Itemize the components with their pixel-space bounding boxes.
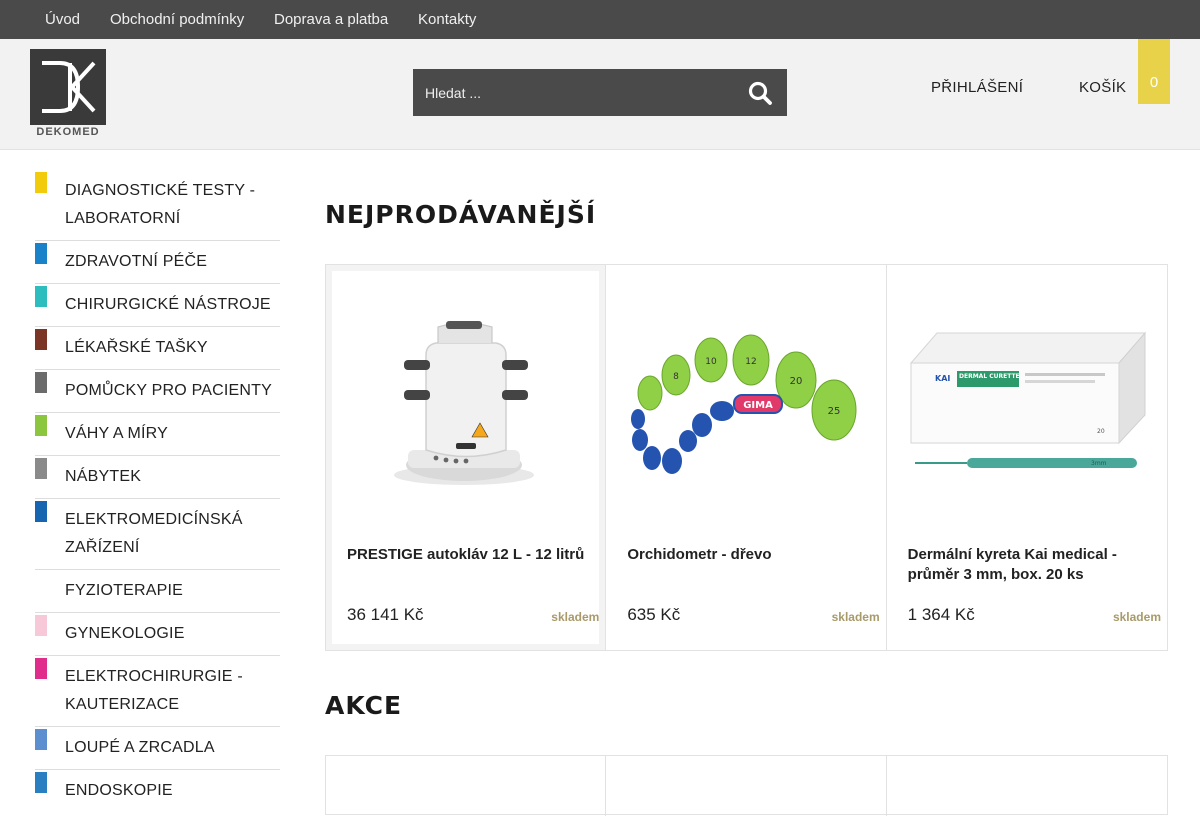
category-color-swatch — [35, 329, 47, 350]
product-card[interactable] — [887, 756, 1167, 816]
search-bar — [413, 69, 787, 116]
category-item[interactable]: CHIRURGICKÉ NÁSTROJE — [35, 284, 280, 327]
category-color-swatch — [35, 172, 47, 193]
orchidometer-image[interactable]: 8 10 12 20 25 GIMA — [626, 315, 866, 495]
stock-status: skladem — [551, 610, 600, 624]
gima-label: GIMA — [744, 400, 774, 411]
search-icon[interactable] — [747, 80, 773, 106]
category-color-swatch — [35, 658, 47, 679]
section-title-bestsellers: NEJPRODÁVANĚJŠÍ — [325, 200, 597, 229]
product-grid-sale — [325, 755, 1168, 816]
category-item[interactable]: FYZIOTERAPIE — [35, 570, 280, 613]
category-item[interactable]: LÉKAŘSKÉ TAŠKY — [35, 327, 280, 370]
stock-status: skladem — [1112, 610, 1161, 624]
category-color-swatch — [35, 372, 47, 393]
category-item[interactable]: ZDRAVOTNÍ PÉČE — [35, 241, 280, 284]
logo-text: DEKOMED — [36, 126, 100, 138]
logo[interactable]: DEKOMED — [30, 49, 106, 138]
category-item[interactable]: NÁBYTEK — [35, 456, 280, 499]
box-title: DERMAL CURETTE — [959, 373, 1020, 380]
cart-count-badge[interactable]: 0 — [1138, 39, 1170, 104]
box-brand: KAI — [935, 374, 950, 383]
product-price: 1 364 Kč — [907, 605, 975, 624]
bead-label: 20 — [790, 376, 803, 387]
category-color-swatch — [35, 243, 47, 264]
product-card[interactable]: DERMAL CURETTE KAI 20 3mm Dermální kyret… — [887, 265, 1167, 650]
product-card[interactable] — [326, 756, 607, 816]
category-item[interactable]: DIAGNOSTICKÉ TESTY - LABORATORNÍ — [35, 170, 280, 241]
product-name[interactable]: PRESTIGE autokláv 12 L - 12 litrů — [347, 545, 587, 565]
bead-label: 8 — [673, 372, 679, 382]
stock-status: skladem — [831, 610, 880, 624]
bead-label: 12 — [746, 357, 757, 367]
section-title-sale: AKCE — [325, 691, 403, 720]
bead-label: 10 — [706, 357, 718, 367]
category-color-swatch — [35, 501, 47, 522]
product-card[interactable] — [606, 756, 887, 816]
site-header: DEKOMED PŘIHLÁŠENÍ KOŠÍK 0 — [0, 39, 1200, 150]
category-item[interactable]: LOUPÉ A ZRCADLA — [35, 727, 280, 770]
category-item[interactable]: ELEKTROCHIRURGIE - KAUTERIZACE — [35, 656, 280, 727]
product-name[interactable]: Orchidometr - dřevo — [627, 545, 867, 565]
nav-link-doprava-a-platba[interactable]: Doprava a platba — [274, 11, 388, 28]
autoclave-image[interactable] — [346, 315, 586, 495]
cart-link[interactable]: KOŠÍK — [1079, 79, 1126, 96]
product-price: 36 141 Kč — [347, 605, 424, 624]
nav-link-uvod[interactable]: Úvod — [45, 11, 80, 28]
category-item[interactable]: ENDOSKOPIE — [35, 770, 280, 813]
bead-label: 25 — [828, 406, 841, 417]
category-color-swatch — [35, 772, 47, 793]
nav-link-obchodni-podminky[interactable]: Obchodní podmínky — [110, 11, 244, 28]
nav-link-kontakty[interactable]: Kontakty — [418, 11, 476, 28]
product-price: 635 Kč — [627, 605, 681, 624]
category-item[interactable]: POMŮCKY PRO PACIENTY — [35, 370, 280, 413]
login-link[interactable]: PŘIHLÁŠENÍ — [931, 79, 1023, 96]
curette-image[interactable]: DERMAL CURETTE KAI 20 3mm — [907, 315, 1147, 495]
box-count: 20 — [1097, 428, 1105, 435]
product-name[interactable]: Dermální kyreta Kai medical - průměr 3 m… — [908, 545, 1148, 585]
product-card[interactable]: 8 10 12 20 25 GIMA Orchidometr - dřevo 6… — [606, 265, 887, 650]
product-card[interactable]: PRESTIGE autokláv 12 L - 12 litrů 36 141… — [326, 265, 607, 650]
category-color-swatch — [35, 286, 47, 307]
top-navigation: Úvod Obchodní podmínky Doprava a platba … — [0, 0, 1200, 39]
product-grid-bestsellers: PRESTIGE autokláv 12 L - 12 litrů 36 141… — [325, 264, 1168, 651]
search-input[interactable] — [413, 69, 733, 116]
category-sidebar: DIAGNOSTICKÉ TESTY - LABORATORNÍ ZDRAVOT… — [35, 170, 280, 813]
category-item[interactable]: GYNEKOLOGIE — [35, 613, 280, 656]
category-color-swatch — [35, 615, 47, 636]
category-item[interactable]: ELEKTROMEDICÍNSKÁ ZAŘÍZENÍ — [35, 499, 280, 570]
category-color-swatch — [35, 458, 47, 479]
category-color-swatch — [35, 415, 47, 436]
curette-size: 3mm — [1091, 460, 1107, 467]
category-color-swatch — [35, 729, 47, 750]
category-item[interactable]: VÁHY A MÍRY — [35, 413, 280, 456]
logo-mark — [30, 49, 106, 125]
